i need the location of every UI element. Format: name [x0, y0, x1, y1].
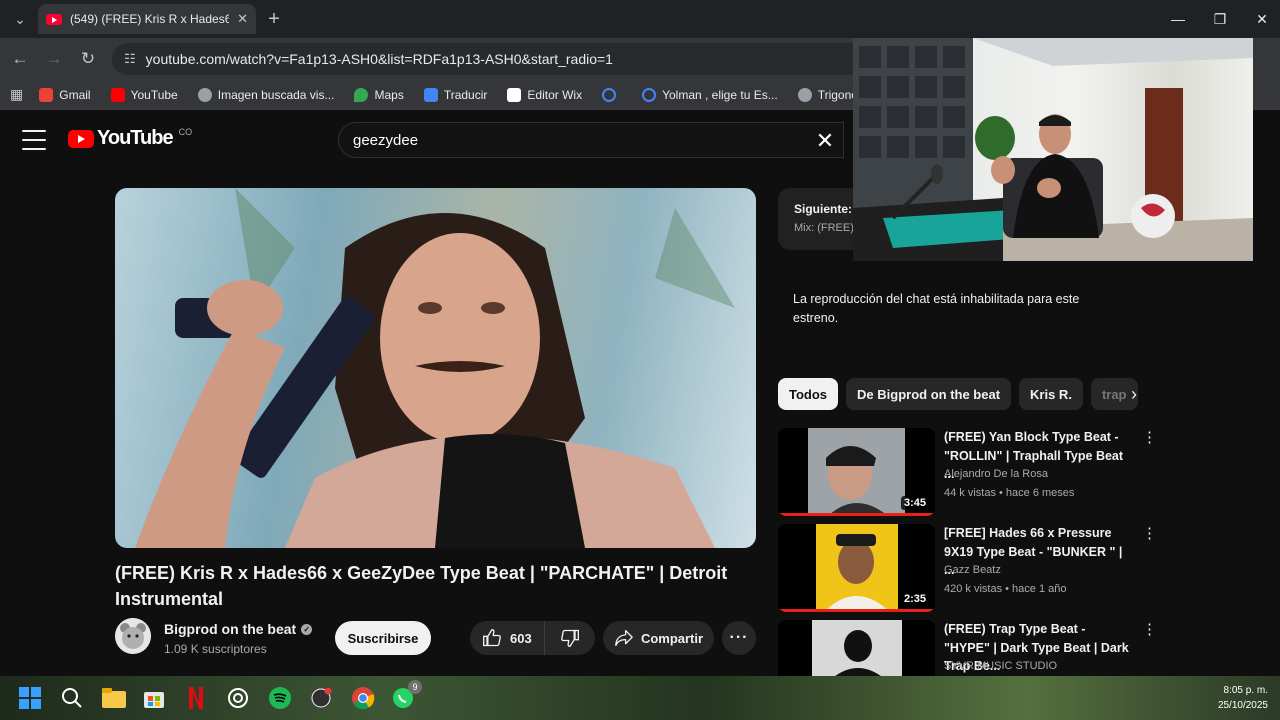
chat-disabled-message: La reproducción del chat está inhabilita…: [793, 292, 1080, 325]
like-button[interactable]: 603: [470, 621, 545, 655]
bookmark-unnamed[interactable]: [592, 83, 632, 107]
recommended-channel[interactable]: Alejandro De la Rosa: [944, 468, 1048, 480]
recommended-video[interactable]: (FREE) Trap Type Beat - "HYPE" | Dark Ty…: [778, 620, 1153, 676]
windows-start-icon[interactable]: [14, 682, 46, 714]
kebab-menu-icon[interactable]: ⋮: [1142, 428, 1157, 448]
bookmark-translate[interactable]: Traducir: [414, 83, 498, 107]
whatsapp-icon[interactable]: 9: [388, 680, 422, 714]
address-bar[interactable]: ☷ youtube.com/watch?v=Fa1p13-ASH0&list=R…: [112, 43, 872, 75]
close-window-icon[interactable]: ✕: [1242, 6, 1280, 32]
spotify-icon[interactable]: [264, 682, 296, 714]
microsoft-store-icon[interactable]: [138, 682, 170, 714]
chips-next-chevron-icon[interactable]: ›: [1124, 384, 1144, 404]
whatsapp-badge: 9: [408, 680, 422, 694]
kebab-menu-icon[interactable]: ⋮: [1142, 524, 1157, 544]
video-thumbnail[interactable]: [778, 620, 935, 676]
webcam-feed-image: [853, 38, 1253, 261]
site-settings-icon[interactable]: ☷: [124, 51, 136, 67]
bookmark-gmail[interactable]: Gmail: [29, 83, 100, 107]
video-duration: 2:35: [900, 592, 929, 606]
apps-grid-icon[interactable]: ▦: [10, 86, 23, 103]
youtube-favicon-icon: [46, 13, 62, 25]
channel-avatar[interactable]: [115, 618, 151, 654]
back-arrow-icon[interactable]: ←: [6, 45, 34, 73]
minimize-window-icon[interactable]: —: [1158, 6, 1198, 32]
clock-date: 25/10/2025: [1217, 700, 1268, 711]
gmail-icon: [39, 87, 54, 102]
filter-chips: Todos De Bigprod on the beat Kris R. tra…: [778, 378, 1150, 410]
dislike-button[interactable]: [545, 621, 595, 655]
chip-channel[interactable]: De Bigprod on the beat: [846, 378, 1012, 410]
search-input[interactable]: geezydee: [338, 122, 844, 158]
file-explorer-icon[interactable]: [98, 682, 130, 714]
tab-title: (549) (FREE) Kris R x Hades66 x: [70, 12, 230, 26]
taskbar-clock[interactable]: 8:05 p. m. 25/10/2025: [1198, 683, 1268, 713]
recommended-channel[interactable]: Gazz Beatz: [944, 564, 1001, 576]
close-tab-icon[interactable]: ✕: [237, 11, 248, 27]
recommended-channel[interactable]: SYVR MUSIC STUDIO: [944, 660, 1057, 672]
reload-icon[interactable]: ↻: [74, 45, 102, 73]
windows-taskbar: 9: [0, 676, 1280, 720]
wix-icon: [507, 87, 522, 102]
video-thumbnail[interactable]: 2:35: [778, 524, 935, 612]
thumbs-up-icon: [483, 628, 501, 647]
forward-arrow-icon[interactable]: →: [40, 45, 68, 73]
subscriber-count: 1.09 K suscriptores: [164, 642, 267, 656]
chrome-icon[interactable]: [347, 682, 379, 714]
bear-avatar-icon: [115, 618, 151, 654]
video-frame-image: [135, 188, 735, 548]
youtube-logo[interactable]: YouTube CO: [68, 127, 192, 150]
video-duration: 3:45: [900, 496, 929, 510]
globe-icon: [197, 87, 212, 102]
bookmark-youtube[interactable]: YouTube: [101, 83, 188, 107]
globe-icon: [797, 87, 812, 102]
recommended-video[interactable]: 3:45 (FREE) Yan Block Type Beat - "ROLLI…: [778, 428, 1157, 516]
share-button[interactable]: Compartir: [603, 621, 714, 655]
new-tab-plus-icon[interactable]: +: [260, 5, 288, 33]
more-actions-button[interactable]: ···: [722, 621, 756, 655]
youtube-icon: [110, 87, 125, 102]
video-thumbnail[interactable]: 3:45: [778, 428, 935, 516]
channel-name[interactable]: Bigprod on the beat ✓: [164, 621, 313, 637]
browser-tab-strip: ⌄ (549) (FREE) Kris R x Hades66 x ✕ + — …: [0, 0, 1280, 38]
thumbnail-image: [778, 620, 935, 676]
kebab-menu-icon[interactable]: ⋮: [1142, 620, 1153, 640]
recommended-meta: 44 k vistas • hace 6 meses: [944, 487, 1075, 499]
bookmark-maps[interactable]: Maps: [344, 83, 413, 107]
youtube-play-icon: [68, 129, 94, 148]
bookmark-yolman[interactable]: Yolman , elige tu Es...: [632, 83, 788, 107]
verified-check-icon: ✓: [301, 623, 313, 635]
clock-time: 8:05 p. m.: [1223, 685, 1268, 696]
thumbs-down-icon: [560, 629, 579, 648]
tab-search-chevron-icon[interactable]: ⌄: [6, 5, 34, 33]
like-count: 603: [510, 630, 532, 646]
recommended-video[interactable]: 2:35 [FREE] Hades 66 x Pressure 9X19 Typ…: [778, 524, 1157, 612]
globe-icon: [642, 87, 657, 102]
url-text: youtube.com/watch?v=Fa1p13-ASH0&list=RDF…: [145, 51, 613, 67]
video-player[interactable]: [115, 188, 756, 548]
webcam-overlay: [853, 38, 1253, 261]
menu-hamburger-icon[interactable]: [22, 130, 46, 150]
watch-progress-bar: [778, 513, 935, 516]
subscribe-button[interactable]: Suscribirse: [335, 621, 431, 655]
browser-tab-active[interactable]: (549) (FREE) Kris R x Hades66 x ✕: [38, 4, 256, 34]
recommended-meta: 420 k vistas • hace 1 año: [944, 583, 1067, 595]
search-icon[interactable]: [56, 682, 88, 714]
restore-window-icon[interactable]: ❐: [1200, 6, 1240, 32]
globe-icon: [602, 87, 617, 102]
bookmark-wix-editor[interactable]: Editor Wix: [497, 83, 592, 107]
share-arrow-icon: [615, 629, 633, 647]
netflix-icon[interactable]: [180, 682, 212, 714]
obs-icon[interactable]: [305, 682, 337, 714]
chip-all[interactable]: Todos: [778, 378, 839, 410]
clear-search-icon[interactable]: ✕: [812, 128, 838, 154]
maps-pin-icon: [354, 87, 369, 102]
watch-progress-bar: [778, 609, 935, 612]
chip-kris-r[interactable]: Kris R.: [1019, 378, 1083, 410]
bookmark-image-search[interactable]: Imagen buscada vis...: [188, 83, 345, 107]
like-dislike-bar: 603: [470, 621, 595, 655]
translate-icon: [423, 87, 438, 102]
chatgpt-icon[interactable]: [222, 682, 254, 714]
video-title: (FREE) Kris R x Hades66 x GeeZyDee Type …: [115, 563, 728, 609]
